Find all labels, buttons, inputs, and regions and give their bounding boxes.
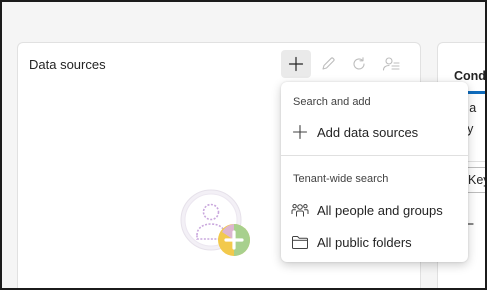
- folder-icon: [291, 233, 309, 251]
- plus-icon: [288, 56, 304, 72]
- refresh-button[interactable]: [344, 50, 374, 78]
- add-person-icon: [180, 189, 250, 256]
- people-group-icon: [291, 201, 309, 219]
- menu-item-all-public-folders[interactable]: All public folders: [281, 227, 468, 257]
- search-and-add-header: Search and add: [293, 96, 371, 108]
- window-frame: Data sources Cond a Ke Search and add Ad…: [0, 0, 487, 290]
- plus-icon: [291, 123, 309, 141]
- conditions-tab[interactable]: Cond: [454, 69, 485, 83]
- tenant-wide-search-header: Tenant-wide search: [293, 173, 389, 185]
- person-search-icon: [382, 57, 400, 71]
- edit-button[interactable]: [313, 50, 343, 78]
- manage-button[interactable]: [376, 50, 406, 78]
- data-sources-title: Data sources: [29, 57, 106, 72]
- menu-divider: [281, 155, 468, 156]
- pencil-icon: [322, 57, 335, 70]
- menu-item-all-people-and-groups[interactable]: All people and groups: [281, 195, 468, 225]
- refresh-icon: [353, 57, 365, 70]
- add-data-source-menu: Search and add Add data sources Tenant-w…: [281, 82, 468, 262]
- menu-item-add-data-sources[interactable]: Add data sources: [281, 117, 468, 147]
- all-people-and-groups-label: All people and groups: [317, 202, 443, 218]
- all-public-folders-label: All public folders: [317, 234, 412, 250]
- add-button[interactable]: [281, 50, 311, 78]
- add-data-sources-label: Add data sources: [317, 124, 419, 140]
